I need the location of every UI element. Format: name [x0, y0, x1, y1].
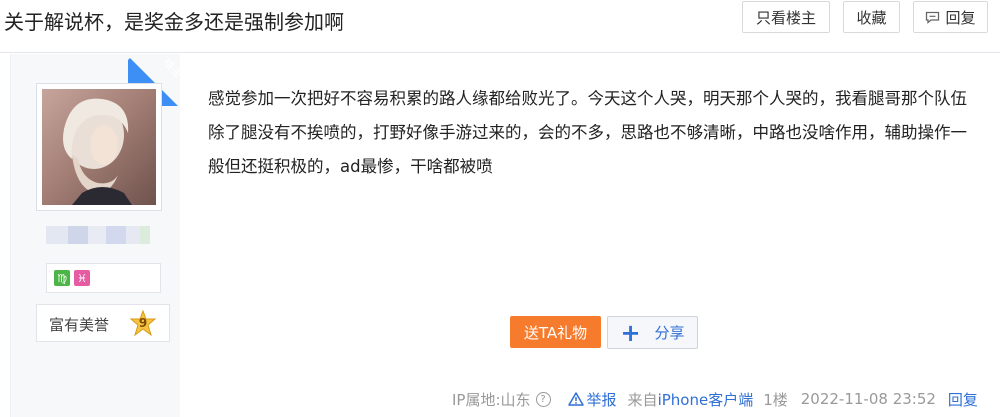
floor-reply-link[interactable]: 回复 — [948, 389, 978, 410]
warning-icon — [567, 392, 584, 406]
only-op-button[interactable]: 只看楼主 — [742, 1, 830, 33]
post-floor-1: 楼主 ♍ ♓ 富有美誉 9 感觉参加一次把好不容易积累的路人缘都给败光了。今天这… — [0, 54, 1000, 417]
share-button[interactable]: + 分享 — [607, 316, 698, 349]
avatar[interactable] — [42, 89, 156, 205]
thread-header: 关于解说杯，是奖金多还是强制参加啊 只看楼主 收藏 回复 — [0, 0, 1000, 40]
reply-button-label: 回复 — [945, 8, 976, 27]
op-ribbon-label: 楼主 — [160, 55, 186, 81]
honor-label: 富有美誉 — [49, 316, 110, 334]
honor-level-number: 9 — [138, 316, 148, 330]
report-label: 举报 — [586, 390, 617, 409]
post-content: 感觉参加一次把好不容易积累的路人缘都给败光了。今天这个人哭，明天那个人哭的，我看… — [208, 82, 978, 184]
share-button-label: 分享 — [654, 324, 685, 342]
send-gift-button[interactable]: 送TA礼物 — [510, 316, 601, 348]
client-link[interactable]: iPhone客户端 — [658, 389, 754, 410]
honor-level-badge: 9 — [129, 309, 157, 338]
reply-button[interactable]: 回复 — [913, 1, 988, 33]
help-icon[interactable]: ? — [535, 391, 551, 407]
pisces-icon[interactable]: ♓ — [74, 270, 90, 286]
post-tail: IP属地:山东 ? 举报 来自 iPhone客户端 1楼 2022-11-08 … — [452, 388, 978, 410]
plus-icon: + — [620, 318, 641, 347]
virgo-icon[interactable]: ♍ — [54, 270, 70, 286]
thread-title: 关于解说杯，是奖金多还是强制参加啊 — [4, 10, 344, 34]
username-blurred[interactable] — [46, 226, 150, 244]
ip-location: IP属地:山东 — [452, 390, 531, 409]
header-divider — [0, 52, 1000, 53]
report-link[interactable]: 举报 — [567, 389, 617, 410]
zodiac-badges: ♍ ♓ — [46, 263, 161, 293]
post-body-text: 感觉参加一次把好不容易积累的路人缘都给败光了。今天这个人哭，明天那个人哭的，我看… — [208, 89, 967, 176]
collect-button[interactable]: 收藏 — [843, 1, 900, 33]
author-panel: 楼主 ♍ ♓ 富有美誉 9 — [10, 54, 192, 417]
client-prefix: 来自 — [627, 390, 658, 409]
comment-icon — [926, 11, 940, 24]
floor-number: 1楼 — [763, 390, 788, 409]
honor-badge[interactable]: 富有美誉 9 — [36, 304, 170, 342]
post-time: 2022-11-08 23:52 — [800, 390, 936, 408]
avatar-frame[interactable] — [36, 83, 162, 211]
